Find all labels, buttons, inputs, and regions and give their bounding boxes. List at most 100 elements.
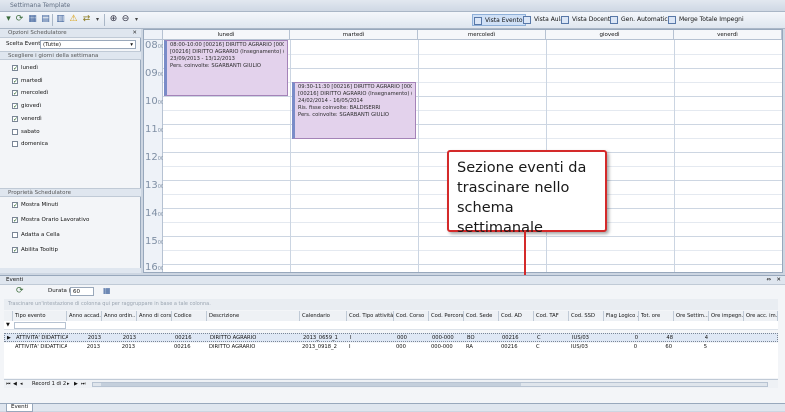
props-header: Proprietà Schedulatore [0, 188, 141, 197]
view-docente-button[interactable]: Vista Docente [560, 14, 616, 26]
next-icon[interactable]: ▸ [67, 380, 70, 389]
column-header[interactable]: Tipo evento [13, 311, 67, 321]
filter-input[interactable] [14, 322, 66, 329]
refresh-icon[interactable]: ⟳ [14, 14, 25, 25]
day-checkbox-martedi[interactable]: ✓ [12, 78, 18, 85]
window-title: Settimana Template [10, 2, 71, 9]
day-header-venerdi[interactable]: venerdì [674, 30, 782, 40]
day-checkbox-mercoledi[interactable]: ✓ [12, 90, 18, 97]
cell: 2013 [87, 335, 101, 341]
warning-icon[interactable]: ⚠ [68, 14, 79, 25]
durata-value: 60 [73, 289, 80, 295]
prop-label: Adatta a Cella [21, 232, 60, 238]
appointment-title: 08:00-10:00 [00216] DIRITTO AGRARIO [000… [170, 42, 284, 48]
appointment-card[interactable]: 09:30-11:30 [00216] DIRITTO AGRARIO [000… [292, 82, 416, 139]
day-checkbox-venerdi[interactable]: ✓ [12, 116, 18, 123]
prev-icon[interactable]: ◂ [20, 380, 23, 389]
appointment-people: Pers. coinvolte: SGARBANTI GIULIO [298, 112, 389, 118]
grid-icon[interactable]: ▦ [27, 14, 38, 25]
menu-icon[interactable]: ▾ [3, 14, 14, 25]
last-page-icon[interactable]: ⏭ [81, 380, 86, 389]
calendar-icon[interactable]: ▤ [40, 14, 51, 25]
column-header[interactable]: Anno ordin... [102, 311, 137, 321]
view-evento-button[interactable]: Vista Evento [472, 14, 526, 26]
hour-label: 1100 [145, 124, 165, 135]
view-docente-label: Vista Docente [572, 16, 614, 23]
column-header[interactable]: Cod. Tipo attività [347, 311, 394, 321]
events-panel-title: Eventi [6, 277, 24, 283]
group-by-panel[interactable]: Trascinare un'intestazione di colonna qu… [4, 299, 778, 310]
scelta-eventi-select[interactable]: (Tutte) ▾ [40, 40, 136, 49]
table-row[interactable]: ATTIVITA' DIDATTICA 2013 2013 00216 DIRI… [4, 343, 778, 352]
close-icon[interactable]: ✕ [776, 276, 781, 285]
day-label: lunedì [21, 65, 38, 71]
bottom-tab-strip: Eventi [0, 403, 785, 412]
day-checkbox-sabato[interactable] [12, 129, 18, 135]
day-header-martedi[interactable]: martedì [290, 30, 418, 40]
table-row[interactable]: ▶ ATTIVITA' DIDATTICA 2013 2013 00216 DI… [4, 333, 778, 342]
refresh-icon[interactable]: ⟳ [16, 286, 24, 296]
next-page-icon[interactable]: ▶ [74, 380, 78, 389]
appointment-card[interactable]: 08:00-10:00 [00216] DIRITTO AGRARIO [000… [164, 40, 288, 96]
cell: 0 [634, 335, 638, 341]
dropdown-icon[interactable]: ▾ [92, 14, 103, 25]
column-header[interactable]: Descrizione [207, 311, 300, 321]
time-ruler: 0800 0900 1000 1100 1200 1300 1400 1500 … [144, 40, 165, 273]
column-header[interactable]: Cod. SSD [569, 311, 604, 321]
day-checkbox-giovedi[interactable]: ✓ [12, 103, 18, 110]
prop-checkbox-adatta-cella[interactable] [12, 232, 18, 238]
column-header[interactable]: Flag Logico ... [604, 311, 639, 321]
day-label: domenica [21, 141, 49, 147]
cell: 00216 [174, 344, 191, 350]
column-header[interactable]: Cod. Percorso [429, 311, 464, 321]
column-header[interactable]: Anno di corso [137, 311, 172, 321]
options-panel-title: Opzioni Schedulatore [8, 30, 67, 36]
column-header[interactable]: Cod. Sede [464, 311, 499, 321]
gen-automatica-button[interactable]: Gen. Automatica [609, 14, 673, 26]
day-header-mercoledi[interactable]: mercoledì [418, 30, 546, 40]
zoom-in-icon[interactable]: ⊕ [108, 14, 119, 25]
column-header[interactable]: Codice [172, 311, 207, 321]
close-icon[interactable]: ✕ [132, 29, 137, 38]
options-panel: Opzioni Schedulatore ✕ Scelta Eventi: (T… [0, 29, 141, 273]
row-indicator-icon: ▶ [7, 335, 11, 341]
cell: 60 [665, 344, 672, 350]
dropdown-icon[interactable]: ▾ [131, 14, 142, 25]
durata-input[interactable]: 60 [70, 287, 94, 296]
hour-label: 1300 [145, 180, 165, 191]
zoom-out-icon[interactable]: ⊖ [120, 14, 131, 25]
cell: I [349, 344, 351, 350]
pin-icon[interactable]: ⇔ [766, 276, 771, 285]
column-header[interactable]: Cod. Corso [394, 311, 429, 321]
day-header-giovedi[interactable]: giovedì [546, 30, 674, 40]
filter-row[interactable]: ▼ [4, 321, 778, 330]
merge-impegni-button[interactable]: Merge Totale Impegni [667, 14, 746, 26]
appointment-people: Pers. coinvolte: SGARBANTI GIULIO [170, 63, 261, 69]
table-icon[interactable]: ▥ [55, 14, 66, 25]
pager-bar: ⏮ ◀ ◂ Record 1 di 2 ▸ ▶ ⏭ [4, 379, 778, 388]
prop-checkbox-abilita-tooltip[interactable]: ✓ [12, 247, 18, 254]
horizontal-scrollbar[interactable] [92, 382, 768, 387]
column-header[interactable]: Calendario [300, 311, 347, 321]
column-header[interactable]: Cod. AD [499, 311, 534, 321]
column-header[interactable]: Tot. ore [639, 311, 674, 321]
column-header[interactable]: Ore impegn... [709, 311, 744, 321]
column-header[interactable]: Ore Settim... [674, 311, 709, 321]
column-header[interactable]: Anno accad... [67, 311, 102, 321]
cell: 000 [396, 344, 406, 350]
grid-header-row: Tipo evento Anno accad... Anno ordin... … [4, 311, 778, 321]
move-icon[interactable]: ⇄ [81, 14, 92, 25]
prop-checkbox-mostra-minuti[interactable]: ✓ [12, 202, 18, 209]
first-page-icon[interactable]: ⏮ [6, 380, 11, 389]
day-checkbox-lunedi[interactable]: ✓ [12, 65, 18, 72]
scrollbar-thumb[interactable] [101, 383, 521, 386]
day-label: venerdì [21, 116, 42, 122]
column-header[interactable]: Ore acc. im... [744, 311, 778, 321]
day-checkbox-domenica[interactable] [12, 141, 18, 147]
column-header[interactable]: Cod. TAF [534, 311, 569, 321]
prev-page-icon[interactable]: ◀ [13, 380, 17, 389]
day-header-lunedi[interactable]: lunedì [163, 30, 290, 40]
grid-settings-icon[interactable]: ▦ [103, 286, 111, 295]
prop-checkbox-orario-lavorativo[interactable]: ✓ [12, 217, 18, 224]
appointment-resources: Ris. fisse coinvolte: BALDISERRI [298, 105, 381, 111]
